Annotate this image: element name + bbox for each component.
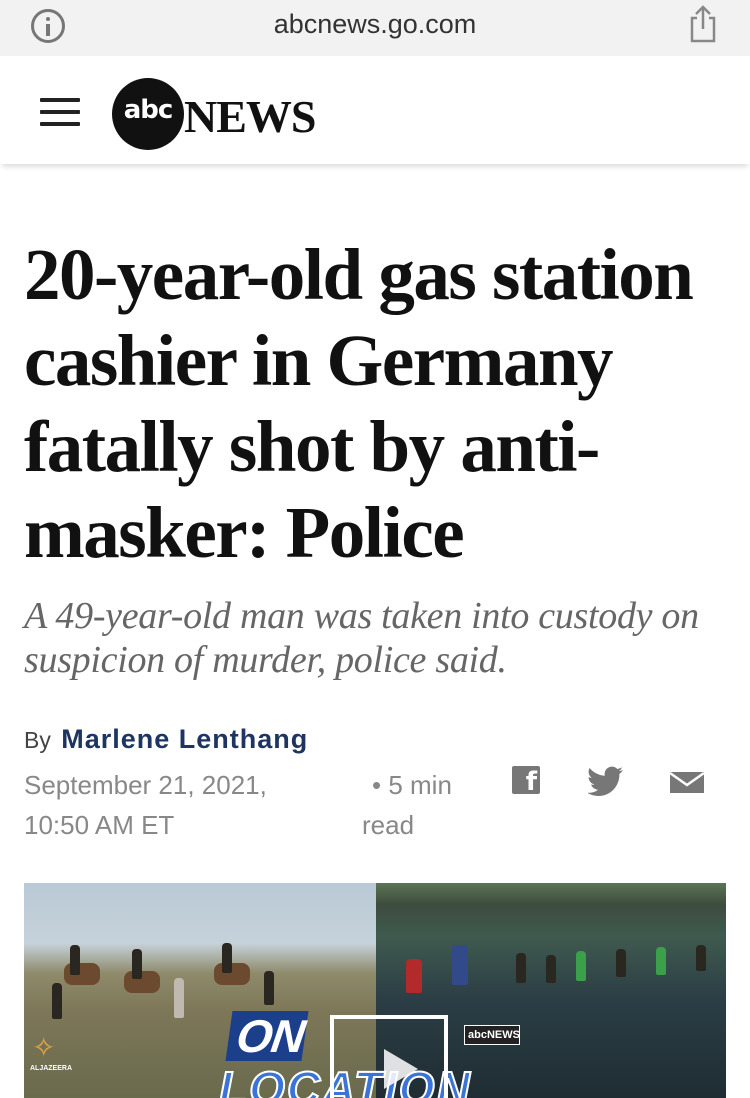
on-label: ON [225, 1010, 309, 1062]
play-button[interactable] [330, 1015, 448, 1098]
play-icon [384, 1049, 418, 1089]
article-headline: 20-year-old gas station cashier in Germa… [24, 234, 694, 573]
url-text[interactable]: abcnews.go.com [0, 9, 750, 40]
date-line-1: September 21, 2021, [24, 770, 267, 800]
share-icon[interactable] [688, 4, 718, 44]
read-time-value: 5 min [388, 770, 452, 800]
abc-logo-circle: abc [112, 78, 184, 150]
twitter-icon[interactable] [588, 766, 624, 798]
byline-prefix: By [24, 727, 51, 753]
abc-news-logo[interactable]: abc NEWS [112, 78, 342, 150]
site-header: abc NEWS [0, 56, 750, 164]
byline: By Marlene Lenthang [24, 724, 308, 755]
aljazeera-logo: ✧ [32, 1032, 56, 1063]
video-thumbnail[interactable]: ✧ ALJAZEERA ON LOCATION abcNEWS [24, 883, 726, 1098]
author-link[interactable]: Marlene Lenthang [61, 724, 308, 754]
read-time: • 5 min read [362, 765, 482, 845]
news-logo-text: NEWS [184, 91, 316, 142]
abc-news-mini-logo: abcNEWS [464, 1025, 520, 1045]
facebook-icon[interactable]: f [512, 766, 540, 796]
hamburger-menu-icon[interactable] [40, 98, 80, 128]
read-time-unit: read [362, 810, 415, 840]
article-subheadline: A 49-year-old man was taken into custody… [24, 595, 699, 681]
abc-logo-text: abc [123, 95, 174, 125]
publish-date: September 21, 2021, 10:50 AM ET [24, 765, 324, 845]
aljazeera-logo-text: ALJAZEERA [30, 1065, 73, 1072]
email-icon[interactable] [670, 766, 704, 798]
bullet: • [372, 770, 382, 800]
browser-url-bar: abcnews.go.com [0, 0, 750, 56]
date-line-2: 10:50 AM ET [24, 810, 175, 840]
